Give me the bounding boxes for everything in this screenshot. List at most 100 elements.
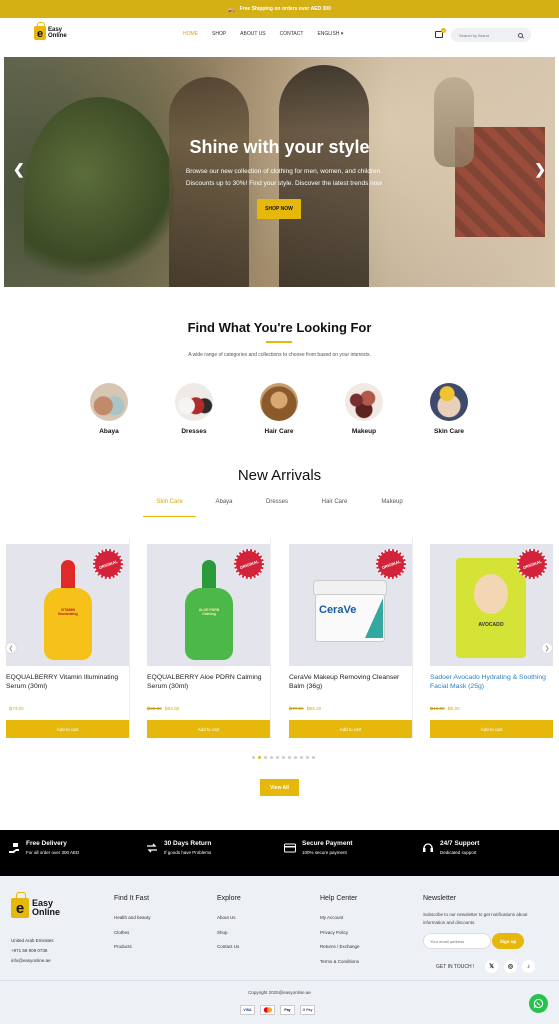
footer-link[interactable]: Returns / Exchange [320, 940, 360, 955]
category-image[interactable] [175, 383, 213, 421]
logo-text-line2: Online [48, 33, 67, 39]
category-label[interactable]: Makeup [352, 428, 376, 435]
category-dresses[interactable]: Dresses [175, 383, 213, 435]
footer-link[interactable]: My Account [320, 911, 360, 926]
category-skin-care[interactable]: Skin Care [430, 383, 468, 435]
carousel-dot[interactable] [294, 756, 297, 759]
product-carousel: VITAMIN Illuminating ORIGINAL EQQUALBERR… [0, 538, 559, 746]
tab-hair-care[interactable]: Hair Care [302, 496, 367, 517]
view-all-button[interactable]: View All [260, 779, 299, 796]
tab-dresses[interactable]: Dresses [252, 496, 302, 517]
instagram-icon[interactable]: ◎ [504, 960, 517, 973]
carousel-dot[interactable] [264, 756, 267, 759]
product-card[interactable]: AVOCADO ORIGINAL Sadoer Avocado Hydratin… [424, 538, 554, 738]
return-arrows-icon [147, 843, 157, 853]
product-image[interactable]: ALOE PDRN Calming ORIGINAL [147, 544, 270, 666]
footer-link[interactable]: About Us [217, 911, 241, 926]
category-label[interactable]: Dresses [181, 428, 206, 435]
carousel-dot[interactable] [288, 756, 291, 759]
product-price: ₿73.00 [6, 706, 24, 711]
feature-support: 24/7 Support Dedicated support [422, 840, 479, 855]
add-to-cart-button[interactable]: Add to cart [6, 720, 129, 738]
nav-shop[interactable]: SHOP [212, 31, 226, 37]
product-name[interactable]: EQQUALBERRY Aloe PDRN Calming Serum (30m… [147, 673, 267, 691]
footer-link[interactable]: Clothes [114, 926, 151, 941]
category-label[interactable]: Hair Care [265, 428, 294, 435]
shop-now-button[interactable]: SHOP NOW [257, 199, 301, 219]
product-image[interactable]: AVOCADO ORIGINAL [430, 544, 553, 666]
google-pay-icon: G Pay [300, 1005, 315, 1015]
product-card[interactable]: CeraVe ORIGINAL CeraVe Makeup Removing C… [283, 538, 413, 738]
footer-country: United Arab Emirates [11, 938, 54, 943]
product-image[interactable]: CeraVe ORIGINAL [289, 544, 412, 666]
product-name[interactable]: Sadoer Avocado Hydrating & Soothing Faci… [430, 673, 550, 691]
whatsapp-icon[interactable] [529, 994, 548, 1013]
footer-link[interactable]: Contact Us [217, 940, 241, 955]
footer-link[interactable]: Health and beauty [114, 911, 151, 926]
product-name[interactable]: CeraVe Makeup Removing Cleanser Balm (36… [289, 673, 409, 691]
footer-email[interactable]: info@easyonline.ae [11, 956, 54, 966]
search-input[interactable] [459, 32, 517, 38]
carousel-dot[interactable] [270, 756, 273, 759]
footer-link[interactable]: Privacy Policy [320, 926, 360, 941]
x-twitter-icon[interactable]: 𝕏 [485, 960, 498, 973]
category-label[interactable]: Abaya [99, 428, 119, 435]
copyright: Copyright 2025@easyonline.ae [248, 990, 311, 995]
get-in-touch-label: GET IN TOUCH ! [436, 964, 475, 970]
carousel-dot[interactable] [300, 756, 303, 759]
product-old-price: ₿80.00 [147, 706, 162, 711]
cleanser-jar-image: CeraVe [313, 580, 387, 642]
carousel-dot[interactable] [312, 756, 315, 759]
signup-button[interactable]: Sign up [492, 933, 524, 949]
carousel-prev-icon[interactable]: ❮ [5, 642, 17, 654]
tab-abaya[interactable]: Abaya [196, 496, 252, 517]
category-hair-care[interactable]: Hair Care [260, 383, 298, 435]
category-makeup[interactable]: Makeup [345, 383, 383, 435]
carousel-dot[interactable] [252, 756, 255, 759]
logo-bag-icon: e [34, 22, 46, 40]
add-to-cart-button[interactable]: Add to cart [430, 720, 553, 738]
face-mask-image: AVOCADO [456, 558, 526, 658]
tab-makeup[interactable]: Makeup [367, 496, 417, 517]
language-select[interactable]: ENGLISH ▾ [317, 31, 343, 37]
nav-home[interactable]: HOME [183, 31, 198, 37]
hero-banner: Shine with your style Browse our new col… [4, 57, 555, 287]
footer-phone[interactable]: +971 58 909 0738 [11, 946, 54, 956]
hero-next-arrow-icon[interactable]: ❯ [534, 161, 546, 178]
product-card[interactable]: VITAMIN Illuminating ORIGINAL EQQUALBERR… [0, 538, 130, 738]
carousel-next-icon[interactable]: ❯ [541, 642, 553, 654]
search-icon[interactable] [518, 32, 523, 38]
carousel-dot[interactable] [306, 756, 309, 759]
add-to-cart-button[interactable]: Add to cart [289, 720, 412, 738]
hero-prev-arrow-icon[interactable]: ❮ [13, 161, 25, 178]
tab-skin-care[interactable]: Skin Care [143, 496, 196, 517]
carousel-dot[interactable] [282, 756, 285, 759]
nav-about[interactable]: ABOUT US [240, 31, 265, 37]
product-image[interactable]: VITAMIN Illuminating ORIGINAL [6, 544, 129, 666]
category-image[interactable] [90, 383, 128, 421]
category-abaya[interactable]: Abaya [90, 383, 128, 435]
nav-contact[interactable]: CONTACT [280, 31, 304, 37]
logo[interactable]: e Easy Online [34, 22, 67, 40]
product-name[interactable]: EQQUALBERRY Vitamin Illuminating Serum (… [6, 673, 126, 691]
credit-card-icon [284, 843, 296, 853]
footer-link[interactable]: Terms & Conditions [320, 955, 360, 970]
tiktok-icon[interactable]: ♪ [522, 960, 535, 973]
category-image[interactable] [430, 383, 468, 421]
category-label[interactable]: Skin Care [434, 428, 464, 435]
categories-subtitle: A wide range of categories and collectio… [188, 352, 371, 358]
category-image[interactable] [345, 383, 383, 421]
hero-plant-image [24, 97, 174, 287]
footer-link[interactable]: Shop [217, 926, 241, 941]
carousel-dot[interactable] [258, 756, 261, 759]
add-to-cart-button[interactable]: Add to cart [147, 720, 270, 738]
footer-link[interactable]: Products [114, 940, 151, 955]
serum-bottle-image: ALOE PDRN Calming [185, 560, 233, 660]
product-card[interactable]: ALOE PDRN Calming ORIGINAL EQQUALBERRY A… [141, 538, 271, 738]
category-image[interactable] [260, 383, 298, 421]
newsletter-email-input[interactable] [423, 933, 491, 949]
carousel-dot[interactable] [276, 756, 279, 759]
arrivals-tabs: Skin Care Abaya Dresses Hair Care Makeup [143, 496, 417, 517]
footer-logo[interactable]: e Easy Online [11, 892, 60, 918]
cart-icon[interactable]: 0 [435, 28, 446, 38]
